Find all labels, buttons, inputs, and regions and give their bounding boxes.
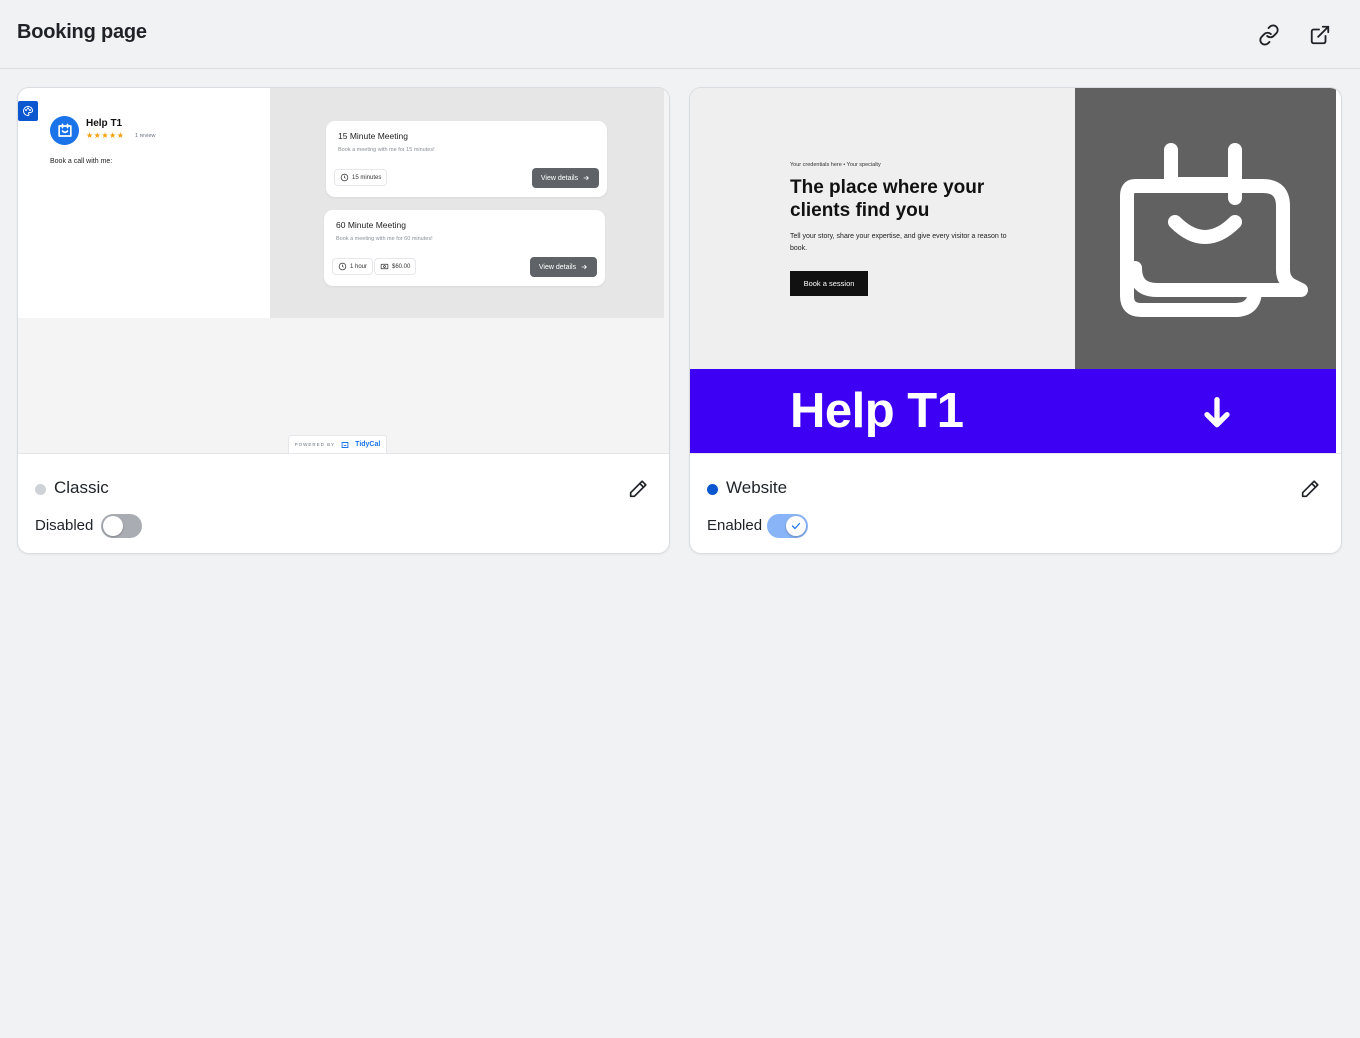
- meeting-card[interactable]: 60 Minute Meeting Book a meeting with me…: [324, 210, 605, 286]
- toggle-knob: [103, 516, 123, 536]
- profile-panel: Help T1 ★★★★★ 1 review Book a call with …: [18, 88, 270, 318]
- check-icon: [791, 522, 801, 530]
- powered-by-label: POWERED BY: [294, 442, 336, 447]
- link-icon: [1259, 24, 1279, 46]
- brand-name: Help T1: [790, 384, 964, 438]
- toggle-label: Disabled: [35, 517, 94, 534]
- arrow-down-icon[interactable]: [1197, 393, 1237, 433]
- meeting-description: Book a meeting with me for 60 minutes!: [336, 236, 433, 242]
- view-details-button[interactable]: View details: [530, 257, 597, 277]
- clock-icon: [338, 262, 347, 271]
- variant-name: Classic: [54, 478, 109, 497]
- external-link-icon: [1310, 25, 1330, 45]
- status-dot: [35, 484, 46, 495]
- price-label: $60.00: [392, 263, 411, 270]
- rating-stars: ★★★★★: [86, 131, 125, 140]
- powered-by-brand: TidyCal: [355, 441, 381, 448]
- toggle-knob: [786, 516, 806, 536]
- status-dot: [707, 484, 718, 495]
- clock-icon: [340, 173, 349, 182]
- open-external-button[interactable]: [1307, 22, 1333, 48]
- card-footer: Classic Disabled: [18, 454, 669, 553]
- variant-card-website: Your credentials here • Your specialty T…: [689, 87, 1342, 554]
- edit-button[interactable]: [627, 478, 649, 500]
- intro-text: Book a call with me:: [50, 158, 113, 165]
- meetings-panel: 15 Minute Meeting Book a meeting with me…: [270, 88, 664, 318]
- view-details-label: View details: [538, 263, 577, 271]
- hero-image-panel: [1075, 88, 1336, 369]
- card-footer: Website Enabled: [690, 454, 1341, 553]
- money-icon: [380, 263, 389, 270]
- page-title: Booking page: [17, 21, 147, 43]
- credentials-text: Your credentials here • Your specialty: [790, 162, 881, 168]
- duration-label: 15 minutes: [352, 174, 382, 181]
- view-details-label: View details: [540, 174, 579, 182]
- tidycal-logo-icon: [341, 441, 349, 448]
- meeting-title: 60 Minute Meeting: [336, 220, 406, 230]
- pencil-icon: [1301, 480, 1319, 498]
- powered-by-badge: POWERED BY TidyCal: [288, 435, 387, 453]
- arrow-right-icon: [581, 264, 588, 270]
- edit-button[interactable]: [1299, 478, 1321, 500]
- duration-chip: 1 hour: [332, 258, 374, 275]
- calendar-smile-icon: [1120, 143, 1308, 317]
- brand-band: Help T1: [690, 369, 1336, 453]
- copy-link-button[interactable]: [1256, 22, 1282, 48]
- arrow-right-icon: [583, 175, 590, 181]
- theme-badge[interactable]: [18, 101, 38, 121]
- meeting-title: 15 Minute Meeting: [338, 131, 408, 141]
- enable-toggle[interactable]: [767, 514, 808, 538]
- variant-card-classic: Help T1 ★★★★★ 1 review Book a call with …: [17, 87, 670, 554]
- book-session-button[interactable]: Book a session: [790, 271, 868, 296]
- hero-subtext: Tell your story, share your expertise, a…: [790, 233, 1007, 252]
- hero-headline: The place where your clients find you: [790, 177, 985, 221]
- profile-name: Help T1: [86, 118, 123, 129]
- website-preview[interactable]: Your credentials here • Your specialty T…: [690, 88, 1341, 454]
- view-details-button[interactable]: View details: [532, 168, 599, 188]
- page-header: Booking page: [0, 0, 1360, 69]
- enable-toggle[interactable]: [101, 514, 142, 538]
- pencil-icon: [629, 480, 647, 498]
- hero-panel: Your credentials here • Your specialty T…: [690, 88, 1075, 369]
- price-chip: $60.00: [374, 258, 417, 275]
- classic-preview[interactable]: Help T1 ★★★★★ 1 review Book a call with …: [18, 88, 669, 454]
- duration-chip: 15 minutes: [334, 169, 388, 186]
- duration-label: 1 hour: [350, 263, 368, 270]
- meeting-description: Book a meeting with me for 15 minutes!: [338, 147, 435, 153]
- palette-icon: [23, 105, 34, 117]
- meeting-card[interactable]: 15 Minute Meeting Book a meeting with me…: [326, 121, 607, 197]
- variant-name: Website: [726, 478, 788, 497]
- avatar: [50, 116, 79, 145]
- toggle-label: Enabled: [707, 517, 763, 534]
- review-count: 1 review: [135, 133, 156, 139]
